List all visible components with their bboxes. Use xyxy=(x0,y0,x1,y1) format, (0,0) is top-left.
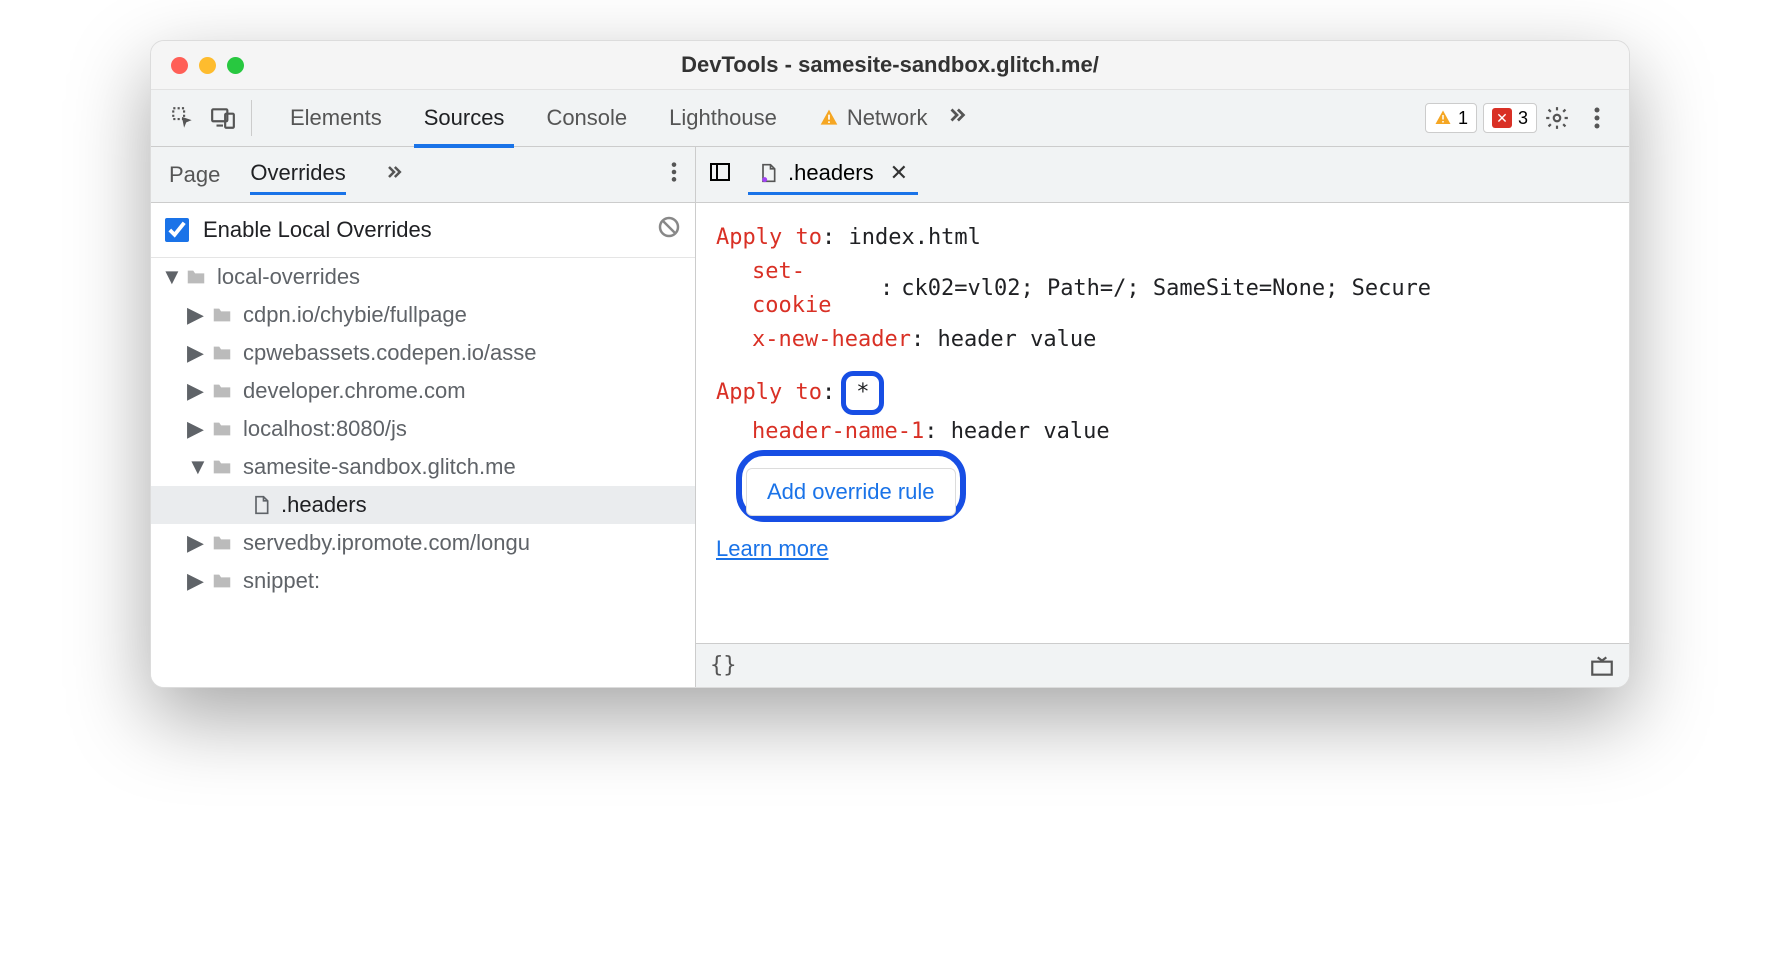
more-tabs-icon[interactable] xyxy=(938,104,976,132)
titlebar: DevTools - samesite-sandbox.glitch.me/ xyxy=(151,41,1629,89)
window-title: DevTools - samesite-sandbox.glitch.me/ xyxy=(151,52,1629,78)
header-name: x-new-header xyxy=(752,323,911,357)
tree-label: cpwebassets.codepen.io/asse xyxy=(243,340,537,366)
editor-pane: .headers ✕ Apply to: index.html set-cook… xyxy=(696,147,1629,687)
file-icon xyxy=(251,494,271,516)
clear-overrides-icon[interactable] xyxy=(657,215,681,245)
tab-sources[interactable]: Sources xyxy=(414,93,515,143)
subtab-page[interactable]: Page xyxy=(169,162,220,188)
tab-network[interactable]: Network xyxy=(809,93,938,143)
panel-tabs: Elements Sources Console Lighthouse Netw… xyxy=(280,93,938,143)
enable-overrides-checkbox[interactable] xyxy=(165,218,189,242)
close-window-button[interactable] xyxy=(171,57,188,74)
file-icon xyxy=(758,163,778,183)
tree-folder-expanded[interactable]: ▼ samesite-sandbox.glitch.me xyxy=(151,448,695,486)
divider xyxy=(251,100,252,136)
warning-icon xyxy=(819,108,839,128)
warning-count: 1 xyxy=(1458,108,1468,129)
header-value: header value xyxy=(951,415,1110,449)
editor-tab-headers[interactable]: .headers ✕ xyxy=(748,154,918,195)
header-value: header value xyxy=(937,323,1096,357)
apply-to-value: index.html xyxy=(848,225,980,250)
more-subtabs-icon[interactable] xyxy=(376,162,412,188)
drawer-toggle-icon[interactable] xyxy=(1589,653,1615,679)
error-icon: ✕ xyxy=(1492,108,1512,128)
tab-lighthouse[interactable]: Lighthouse xyxy=(659,93,787,143)
tree-label: developer.chrome.com xyxy=(243,378,466,404)
tab-network-label: Network xyxy=(847,105,928,131)
tab-console[interactable]: Console xyxy=(536,93,637,143)
devtools-window: DevTools - samesite-sandbox.glitch.me/ E… xyxy=(150,40,1630,688)
file-tree: ▼ local-overrides ▶ cdpn.io/chybie/fullp… xyxy=(151,258,695,687)
apply-to-wildcard: * xyxy=(841,371,884,415)
folder-icon xyxy=(211,532,233,554)
folder-icon xyxy=(211,570,233,592)
apply-to-keyword: Apply to xyxy=(716,380,822,405)
tree-label: local-overrides xyxy=(217,264,360,290)
folder-icon xyxy=(211,418,233,440)
header-name: header-name-1 xyxy=(752,415,924,449)
errors-badge[interactable]: ✕ 3 xyxy=(1483,103,1537,133)
tree-label: cdpn.io/chybie/fullpage xyxy=(243,302,467,328)
error-count: 3 xyxy=(1518,108,1528,129)
folder-icon xyxy=(211,304,233,326)
format-icon[interactable]: {} xyxy=(710,653,737,678)
folder-icon xyxy=(211,342,233,364)
folder-icon xyxy=(211,380,233,402)
tree-label: servedby.ipromote.com/longu xyxy=(243,530,530,556)
tree-label: snippet: xyxy=(243,568,320,594)
editor-tab-label: .headers xyxy=(788,160,874,186)
minimize-window-button[interactable] xyxy=(199,57,216,74)
tree-label: samesite-sandbox.glitch.me xyxy=(243,454,516,480)
window-controls xyxy=(151,57,244,74)
sources-sidebar: Page Overrides Enable Local Overrides xyxy=(151,147,696,687)
editor-content[interactable]: Apply to: index.html set-cookie : ck02=v… xyxy=(696,203,1629,643)
add-override-rule-button[interactable]: Add override rule xyxy=(746,468,956,516)
tab-elements[interactable]: Elements xyxy=(280,93,392,143)
sidebar-kebab-icon[interactable] xyxy=(671,161,677,189)
editor-statusbar: {} xyxy=(696,643,1629,687)
tree-folder-root[interactable]: ▼ local-overrides xyxy=(151,258,695,296)
apply-to-keyword: Apply to xyxy=(716,225,822,250)
enable-overrides-row: Enable Local Overrides xyxy=(151,203,695,258)
warning-icon xyxy=(1434,109,1452,127)
maximize-window-button[interactable] xyxy=(227,57,244,74)
tree-folder[interactable]: ▶ cpwebassets.codepen.io/asse xyxy=(151,334,695,372)
tree-folder[interactable]: ▶ cdpn.io/chybie/fullpage xyxy=(151,296,695,334)
header-name: set-cookie xyxy=(752,255,872,323)
inspect-icon[interactable] xyxy=(163,98,203,138)
tree-folder[interactable]: ▶ snippet: xyxy=(151,562,695,600)
close-tab-icon[interactable]: ✕ xyxy=(890,160,908,186)
panel-body: Page Overrides Enable Local Overrides xyxy=(151,147,1629,687)
highlight-annotation: Add override rule xyxy=(736,450,966,522)
learn-more-link[interactable]: Learn more xyxy=(716,532,1609,566)
device-toggle-icon[interactable] xyxy=(203,98,243,138)
toggle-sidebar-icon[interactable] xyxy=(708,160,732,190)
subtab-overrides[interactable]: Overrides xyxy=(250,160,345,195)
tree-label: localhost:8080/js xyxy=(243,416,407,442)
folder-icon xyxy=(211,456,233,478)
tree-folder[interactable]: ▶ localhost:8080/js xyxy=(151,410,695,448)
header-value: ck02=vl02; Path=/; SameSite=None; Secure xyxy=(901,272,1431,306)
enable-overrides-label: Enable Local Overrides xyxy=(203,217,432,243)
tree-label: .headers xyxy=(281,492,367,518)
folder-icon xyxy=(185,266,207,288)
tree-folder[interactable]: ▶ servedby.ipromote.com/longu xyxy=(151,524,695,562)
tree-folder[interactable]: ▶ developer.chrome.com xyxy=(151,372,695,410)
warnings-badge[interactable]: 1 xyxy=(1425,103,1477,133)
tree-file-headers[interactable]: .headers xyxy=(151,486,695,524)
main-toolbar: Elements Sources Console Lighthouse Netw… xyxy=(151,89,1629,147)
settings-icon[interactable] xyxy=(1537,98,1577,138)
sidebar-subtabs: Page Overrides xyxy=(151,147,695,202)
kebab-menu-icon[interactable] xyxy=(1577,98,1617,138)
